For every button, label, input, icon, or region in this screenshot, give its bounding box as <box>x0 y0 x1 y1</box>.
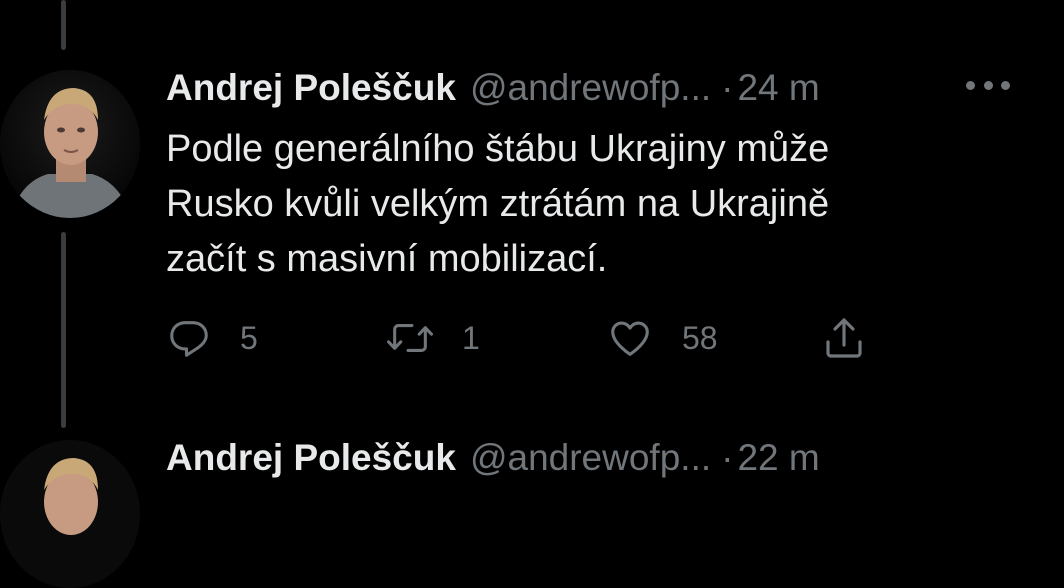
reply-icon <box>170 321 208 357</box>
avatar-photo <box>0 70 140 218</box>
display-name[interactable]: Andrej Poleščuk <box>166 64 456 112</box>
separator-dot: · <box>721 437 734 478</box>
timestamp[interactable]: 22 m <box>737 434 819 482</box>
like-count: 58 <box>682 319 718 356</box>
thread-line-bottom <box>61 232 66 428</box>
tweet-text-line: Rusko kvůli velkým ztrátám na Ukrajině <box>166 183 830 225</box>
avatar[interactable] <box>0 440 140 588</box>
retweet-button[interactable]: 1 <box>384 314 480 362</box>
thread-line-top <box>61 0 66 50</box>
share-button[interactable] <box>820 314 868 362</box>
avatar[interactable] <box>0 70 140 218</box>
display-name[interactable]: Andrej Poleščuk <box>166 434 456 482</box>
reply-count: 5 <box>240 319 258 356</box>
timestamp[interactable]: 24 m <box>737 64 819 112</box>
tweet[interactable]: Andrej Poleščuk @andrewofp... · 22 m <box>166 434 1064 482</box>
tweet-header: Andrej Poleščuk @andrewofp... · 24 m <box>166 64 1064 112</box>
tweet[interactable]: Andrej Poleščuk @andrewofp... · 24 m Pod… <box>166 64 1064 358</box>
tweet-text: Podle generálního štábu Ukrajiny může Ru… <box>166 122 986 287</box>
user-handle[interactable]: @andrewofp... <box>470 434 711 482</box>
share-icon <box>826 318 862 358</box>
tweet-text-line: začít s masivní mobilizací. <box>166 238 608 280</box>
retweet-count: 1 <box>462 319 480 356</box>
separator-dot: · <box>721 67 734 108</box>
user-handle[interactable]: @andrewofp... <box>470 64 711 112</box>
like-button[interactable]: 58 <box>606 314 718 362</box>
more-icon[interactable] <box>966 70 1010 100</box>
reply-button[interactable]: 5 <box>166 314 258 362</box>
retweet-icon <box>386 324 433 352</box>
tweet-header: Andrej Poleščuk @andrewofp... · 22 m <box>166 434 1064 482</box>
tweet-actions: 5 1 58 <box>166 314 886 362</box>
like-icon <box>611 321 649 356</box>
tweet-text-line: Podle generálního štábu Ukrajiny může <box>166 128 830 170</box>
avatar-photo <box>0 440 140 588</box>
